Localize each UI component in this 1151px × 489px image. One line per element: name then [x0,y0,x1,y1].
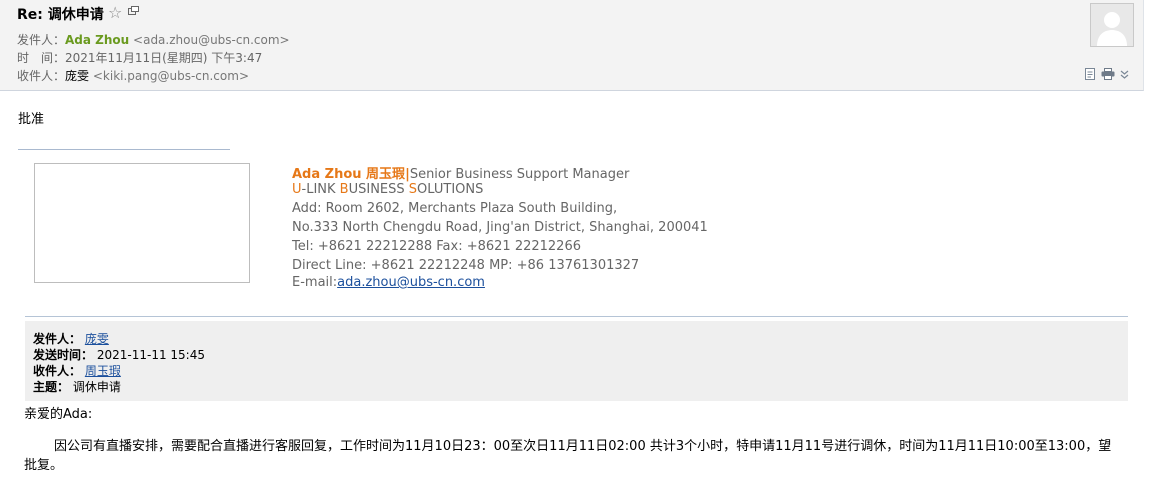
company-part-solutions: OLUTIONS [417,182,484,197]
from-row: 发件人：Ada Zhou <ada.zhou@ubs-cn.com> [17,31,290,48]
orig-to-value[interactable]: 周玉瑕 [85,364,121,378]
avatar[interactable] [1090,3,1134,47]
signature-logo-image [34,163,250,283]
signature-email-label: E-mail: [292,275,338,290]
orig-from-value[interactable]: 庞雯 [85,332,109,346]
signature-address-2: No.333 North Chengdu Road, Jing'an Distr… [292,220,708,235]
avatar-placeholder-icon [1091,4,1133,46]
orig-from-row: 发件人： 庞雯 [33,330,109,347]
to-label: 收件人： [17,69,66,83]
signature-tel: Tel: +8621 22212288 Fax: +8621 22212266 [292,239,581,254]
company-part-link: -LINK [301,182,340,197]
time-label: 时 间： [17,51,66,65]
print-icon[interactable] [1101,68,1115,80]
more-chevron-icon[interactable] [1120,68,1129,80]
company-part-business: USINESS [348,182,409,197]
greeting: 亲爱的Ada: [24,407,93,422]
orig-sent-value: 2021-11-11 15:45 [96,348,205,362]
signature-email-line: E-mail:ada.zhou@ubs-cn.com [292,275,485,290]
signature-title: Senior Business Support Manager [409,167,630,182]
orig-subject-label: 主题： [33,380,70,394]
to-row: 收件人：庞雯 <kiki.pang@ubs-cn.com> [17,67,249,84]
signature-company: U-LINK BUSINESS SOLUTIONS [292,182,483,197]
original-message-header: 发件人： 庞雯 发送时间： 2021-11-11 15:45 收件人： 周玉瑕 … [25,321,1128,401]
signature-direct: Direct Line: +8621 22212248 MP: +86 1376… [292,258,640,273]
signature-address-1: Add: Room 2602, Merchants Plaza South Bu… [292,201,618,216]
orig-to-label: 收件人： [33,364,82,378]
orig-to-row: 收件人： 周玉瑕 [33,362,121,379]
reply-text: 批准 [18,112,45,127]
quote-divider [25,316,1128,317]
orig-subject-value: 调休申请 [72,380,121,394]
from-label: 发件人： [17,33,66,47]
orig-from-label: 发件人： [33,332,82,346]
signature-name-line: Ada Zhou 周玉瑕|Senior Business Support Man… [292,163,629,182]
orig-sent-row: 发送时间： 2021-11-11 15:45 [33,346,205,363]
company-letter-s: S [408,182,418,197]
orig-subject-row: 主题： 调休申请 [33,378,121,395]
to-email[interactable]: <kiki.pang@ubs-cn.com> [93,69,249,83]
signature-email-link[interactable]: ada.zhou@ubs-cn.com [337,275,485,290]
star-icon[interactable]: ☆ [108,3,122,22]
message-paragraph: 因公司有直播安排，需要配合直播进行客服回复，工作时间为11月10日23：00至次… [24,439,1112,473]
company-letter-b: B [339,182,349,197]
popout-window-icon[interactable] [128,6,139,15]
from-email[interactable]: <ada.zhou@ubs-cn.com> [133,33,290,47]
to-name[interactable]: 庞雯 [65,69,89,83]
signature-divider [18,149,230,150]
mail-subject: Re: 调休申请 [17,7,104,23]
signature-name: Ada Zhou 周玉瑕 [292,167,406,182]
time-row: 时 间：2021年11月11日(星期四) 下午3:47 [17,49,262,66]
note-icon[interactable] [1084,68,1096,80]
mail-header: Re: 调休申请 ☆ 发件人：Ada Zhou <ada.zhou@ubs-cn… [0,0,1144,91]
company-letter-u: U [292,182,302,197]
time-value: 2021年11月11日(星期四) 下午3:47 [65,51,263,65]
from-name[interactable]: Ada Zhou [65,33,129,47]
orig-sent-label: 发送时间： [33,348,94,362]
